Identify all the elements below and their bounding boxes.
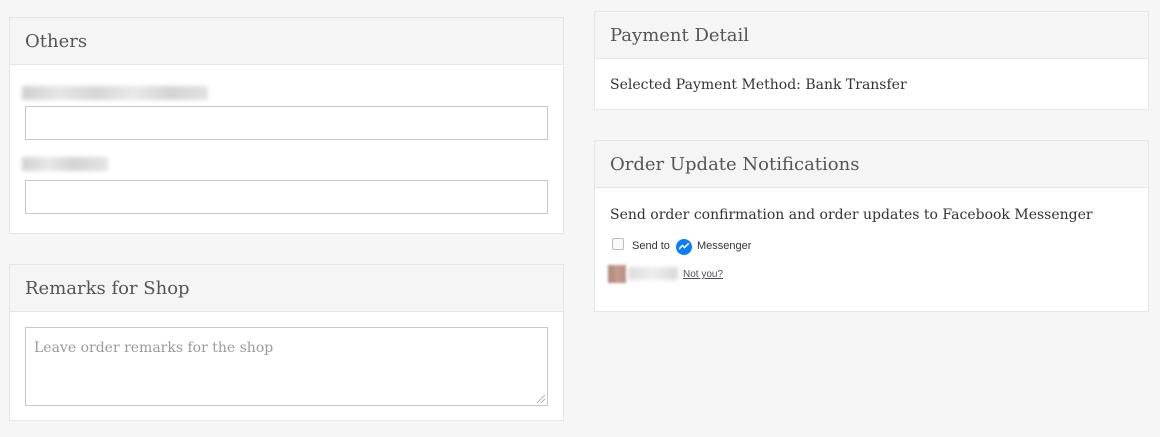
not-you-link[interactable]: Not you?	[683, 269, 723, 280]
messenger-label: Messenger	[697, 240, 752, 252]
others-header: Others	[10, 18, 563, 65]
payment-header: Payment Detail	[595, 12, 1148, 59]
notifications-header: Order Update Notifications	[595, 141, 1148, 188]
send-to-messenger-checkbox[interactable]	[612, 238, 624, 250]
remarks-textarea[interactable]: Leave order remarks for the shop	[25, 327, 548, 406]
redacted-field-label	[22, 86, 208, 100]
resize-handle-icon[interactable]	[537, 395, 545, 403]
remarks-title: Remarks for Shop	[25, 277, 190, 299]
others-text-field-2[interactable]	[25, 180, 548, 214]
payment-method-text: Selected Payment Method: Bank Transfer	[610, 77, 907, 93]
messenger-icon	[676, 239, 692, 255]
redacted-user-name	[628, 267, 678, 280]
notifications-title: Order Update Notifications	[610, 153, 860, 175]
remarks-header: Remarks for Shop	[10, 265, 563, 312]
redacted-field-label	[22, 157, 108, 171]
send-to-messenger-row: Send to Messenger	[595, 189, 1148, 255]
send-to-label: Send to	[632, 240, 670, 252]
payment-title: Payment Detail	[610, 24, 750, 46]
notifications-panel: Order Update Notifications Send order co…	[594, 140, 1149, 312]
others-title: Others	[25, 30, 88, 52]
user-avatar	[608, 265, 626, 283]
remarks-placeholder: Leave order remarks for the shop	[34, 340, 274, 356]
others-panel: Others	[9, 17, 564, 234]
remarks-panel: Remarks for Shop Leave order remarks for…	[9, 264, 564, 421]
others-text-field-1[interactable]	[25, 106, 548, 140]
payment-panel: Payment Detail Selected Payment Method: …	[594, 11, 1149, 110]
